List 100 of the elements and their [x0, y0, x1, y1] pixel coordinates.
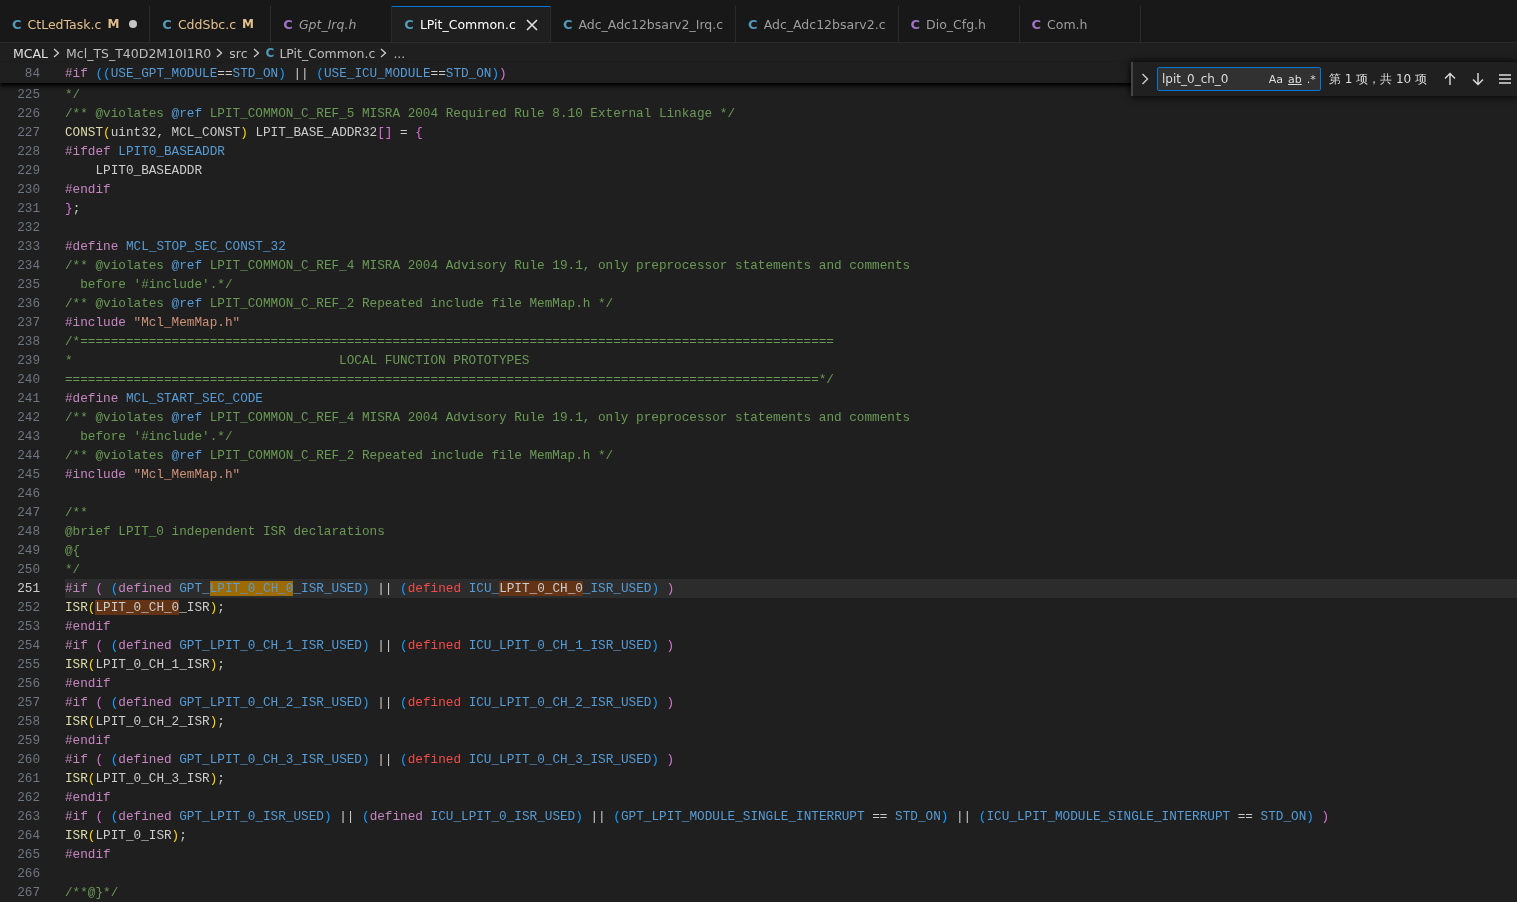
breadcrumb-item[interactable]: LPit_Common.c [279, 45, 376, 61]
line-number: 255 [16, 657, 41, 672]
c-file-icon: C [562, 16, 573, 32]
code-line: /*=================================================================================================== [65, 333, 834, 351]
line-number: 239 [16, 353, 41, 368]
tab-label: CddSbc.c [177, 16, 237, 32]
line-number: 250 [16, 562, 41, 577]
c-file-icon: C [12, 16, 22, 32]
line-number: 237 [16, 315, 41, 330]
c-file-icon: C [1031, 16, 1042, 32]
chevron-right-icon [380, 48, 388, 58]
line-number: 232 [16, 220, 41, 235]
code-line: #endif [65, 181, 111, 199]
tab-label: LPit_Common.c [419, 17, 516, 32]
arrow-down-icon[interactable] [1471, 72, 1485, 86]
line-number: 258 [16, 714, 41, 729]
code-line: #if ((USE_GPT_MODULE==STD_ON) || (USE_ICU_MODULE==STD_ON)) [65, 64, 507, 83]
line-number: 252 [16, 600, 41, 615]
line-number: 225 [16, 87, 41, 102]
line-number: 241 [16, 391, 41, 406]
git-status-label: M [242, 17, 254, 31]
line-number: 242 [16, 410, 41, 425]
arrow-up-icon[interactable] [1443, 72, 1457, 86]
code-line: @{ [65, 542, 81, 560]
line-number: 256 [16, 676, 41, 691]
line-number: 243 [16, 429, 41, 444]
tab-label: Adc_Adc12bsarv2.c [763, 16, 886, 32]
line-number: 249 [16, 543, 41, 558]
editor-tab[interactable]: C LPit_Common.c [392, 6, 551, 42]
code-line: /** @violates @ref LPIT_COMMON_C_REF_2 Repeated include file MemMap.h */ [65, 295, 614, 313]
code-line: #if ( (defined GPT_LPIT_0_CH_3_ISR_USED) || (defined ICU_LPIT_0_CH_3_ISR_USED) ) [65, 751, 675, 769]
line-number: 265 [16, 847, 41, 862]
menu-icon[interactable] [1499, 73, 1511, 85]
code-line: #endif [65, 732, 111, 750]
code-line: ===================================================================================================*/ [65, 371, 834, 389]
code-line: ISR(LPIT_0_CH_0_ISR); [65, 599, 225, 617]
code-line: ISR(LPIT_0_CH_3_ISR); [65, 770, 225, 788]
line-number: 234 [16, 258, 41, 273]
chevron-right-icon [216, 48, 224, 58]
line-number: 244 [16, 448, 41, 463]
tab-label: Adc_Adc12bsarv2_Irq.c [578, 16, 724, 32]
code-line: #define MCL_STOP_SEC_CONST_32 [65, 238, 286, 256]
code-line: #endif [65, 789, 111, 807]
line-number: 245 [16, 467, 41, 482]
tab-label: CtLedTask.c [27, 16, 102, 32]
search-field[interactable]: lpit_0_ch_0 Aa ab .* [1157, 67, 1321, 91]
line-number: 231 [16, 201, 41, 216]
chevron-right-icon[interactable] [1141, 73, 1149, 85]
match-count: 第 1 项，共 10 项 [1328, 70, 1427, 88]
code-line: #if ( (defined GPT_LPIT_0_CH_2_ISR_USED) || (defined ICU_LPIT_0_CH_2_ISR_USED) ) [65, 694, 675, 712]
line-number: 253 [16, 619, 41, 634]
line-number: 266 [16, 866, 41, 881]
breadcrumb-item[interactable]: src [229, 45, 248, 61]
code-line: #endif [65, 618, 111, 636]
line-number: 233 [16, 239, 41, 254]
line-number: 263 [16, 809, 41, 824]
line-number: 236 [16, 296, 41, 311]
breadcrumb-item[interactable]: Mcl_TS_T40D2M10I1R0 [66, 45, 212, 61]
line-number: 264 [16, 828, 41, 843]
c-file-icon: C [283, 16, 293, 32]
line-number: 247 [16, 505, 41, 520]
breadcrumb-more[interactable]: ... [393, 45, 406, 61]
code-line: */ [65, 561, 81, 579]
code-line: before '#include'.*/ [79, 276, 233, 294]
code-line: ISR(LPIT_0_CH_1_ISR); [65, 656, 225, 674]
line-number: 261 [16, 771, 41, 786]
c-file-icon: C [910, 16, 921, 32]
line-number: 230 [16, 182, 41, 197]
c-file-icon: C [404, 17, 414, 32]
code-line: */ [65, 86, 81, 104]
line-number: 235 [16, 277, 41, 292]
code-line: /** @violates @ref LPIT_COMMON_C_REF_4 MISRA 2004 Advisory Rule 19.1, only preprocessor statements and comments [65, 409, 911, 427]
chevron-right-icon [252, 48, 260, 58]
code-line: /** [65, 504, 88, 522]
line-number: 259 [16, 733, 41, 748]
breadcrumb-item[interactable]: MCAL [13, 45, 49, 61]
code-line: /** @violates @ref LPIT_COMMON_C_REF_4 MISRA 2004 Advisory Rule 19.1, only preprocessor statements and comments [65, 257, 911, 275]
code-line: #if ( (defined GPT_LPIT_0_CH_1_ISR_USED) || (defined ICU_LPIT_0_CH_1_ISR_USED) ) [65, 637, 675, 655]
code-line: #define MCL_START_SEC_CODE [65, 390, 263, 408]
line-number: 84 [23, 65, 41, 81]
line-number: 228 [16, 144, 41, 159]
code-line: /**@}*/ [65, 884, 119, 902]
line-number: 254 [16, 638, 41, 653]
search-option-toggle[interactable]: .* [1306, 72, 1316, 86]
tab-label: Dio_Cfg.h [926, 16, 987, 32]
line-number: 251 [16, 581, 41, 596]
code-line: #endif [65, 675, 111, 693]
code-line: LPIT0_BASEADDR [94, 162, 203, 180]
code-line: CONST(uint32, MCL_CONST) LPIT_BASE_ADDR32[] = { [65, 124, 423, 142]
c-file-icon: C [162, 16, 172, 32]
line-number: 257 [16, 695, 41, 710]
search-option-toggle[interactable]: ab [1288, 72, 1302, 86]
tab-label: Com.h [1047, 16, 1088, 32]
line-number: 248 [16, 524, 41, 539]
close-icon[interactable] [525, 18, 538, 31]
search-option-toggle[interactable]: Aa [1268, 72, 1284, 86]
code-line: /** @violates @ref LPIT_COMMON_C_REF_2 Repeated include file MemMap.h */ [65, 447, 614, 465]
code-line: #if ( (defined GPT_LPIT_0_ISR_USED) || (defined ICU_LPIT_0_ISR_USED) || (GPT_LPIT_MODULE_SINGLE_INTERRUPT == STD_ON) || (ICU_LPIT_MODULE_SINGLE_INTERRUPT == STD_ON) ) [65, 808, 1330, 826]
c-file-icon: C [748, 16, 758, 32]
line-number: 226 [16, 106, 41, 121]
